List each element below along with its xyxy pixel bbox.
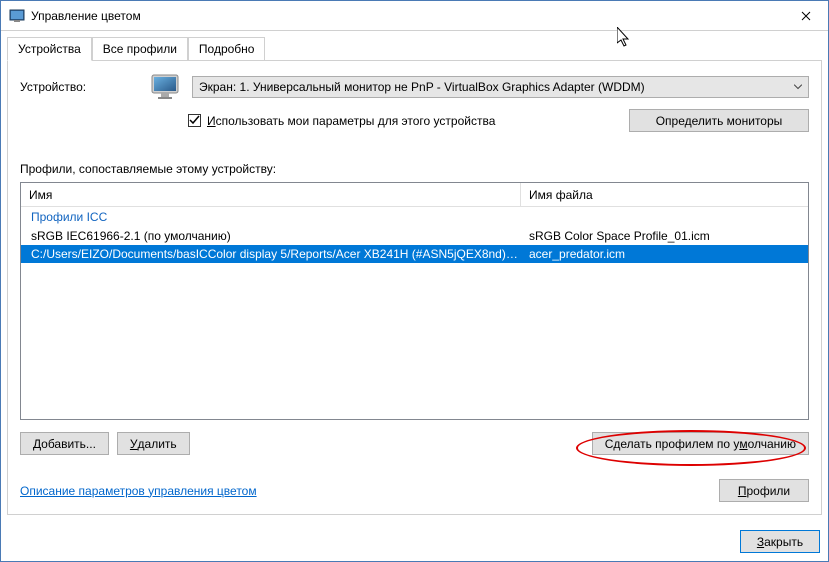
set-default-profile-button[interactable]: Сделать профилем по умолчанию <box>592 432 809 455</box>
tab-strip: Устройства Все профили Подробно <box>1 31 828 61</box>
use-my-settings-label: Использовать мои параметры для этого уст… <box>207 114 495 128</box>
column-header-file[interactable]: Имя файла <box>521 183 808 206</box>
profile-file: acer_predator.icm <box>521 247 808 261</box>
profile-name: C:/Users/EIZO/Documents/basICColor displ… <box>21 247 521 261</box>
app-icon <box>9 8 25 24</box>
close-window-button[interactable] <box>784 1 828 30</box>
profile-group-header: Профили ICC <box>21 207 808 227</box>
profile-row[interactable]: sRGB IEC61966-2.1 (по умолчанию) sRGB Co… <box>21 227 808 245</box>
identify-monitors-button[interactable]: Определить мониторы <box>629 109 809 132</box>
device-label: Устройство: <box>20 80 140 94</box>
use-my-settings-checkbox-wrap[interactable]: Использовать мои параметры для этого уст… <box>188 114 495 128</box>
color-management-window: Управление цветом Устройства Все профили… <box>0 0 829 562</box>
content-area: Устройства Все профили Подробно Устройст… <box>1 31 828 561</box>
profiles-list-body: Профили ICC sRGB IEC61966-2.1 (по умолча… <box>21 207 808 419</box>
profile-name: sRGB IEC61966-2.1 (по умолчанию) <box>21 229 521 243</box>
profiles-button[interactable]: Профили <box>719 479 809 502</box>
link-row: Описание параметров управления цветом Пр… <box>20 479 809 502</box>
use-settings-row: Использовать мои параметры для этого уст… <box>188 109 809 132</box>
close-dialog-button[interactable]: Закрыть <box>740 530 820 553</box>
dialog-footer: Закрыть <box>1 522 828 561</box>
titlebar: Управление цветом <box>1 1 828 31</box>
tab-advanced[interactable]: Подробно <box>188 37 266 61</box>
tab-devices[interactable]: Устройства <box>7 37 92 61</box>
profiles-list-header: Имя Имя файла <box>21 183 808 207</box>
use-my-settings-checkbox[interactable] <box>188 114 201 127</box>
profiles-list: Имя Имя файла Профили ICC sRGB IEC61966-… <box>20 182 809 420</box>
profiles-section-label: Профили, сопоставляемые этому устройству… <box>20 162 809 176</box>
tab-all-profiles[interactable]: Все профили <box>92 37 188 61</box>
profile-buttons-row: Добавить... Удалить Сделать профилем по … <box>20 432 809 455</box>
device-selected-text: Экран: 1. Универсальный монитор не PnP -… <box>199 80 645 94</box>
color-management-description-link[interactable]: Описание параметров управления цветом <box>20 484 257 498</box>
monitor-icon <box>150 73 182 101</box>
window-title: Управление цветом <box>31 9 784 23</box>
add-button[interactable]: Добавить... <box>20 432 109 455</box>
chevron-down-icon <box>794 82 802 93</box>
profile-row[interactable]: C:/Users/EIZO/Documents/basICColor displ… <box>21 245 808 263</box>
device-dropdown[interactable]: Экран: 1. Универсальный монитор не PnP -… <box>192 76 809 98</box>
tab-panel-devices: Устройство: Экран: 1. Универсальный мони… <box>7 60 822 515</box>
device-row: Устройство: Экран: 1. Универсальный мони… <box>20 73 809 101</box>
remove-button[interactable]: Удалить <box>117 432 190 455</box>
profile-file: sRGB Color Space Profile_01.icm <box>521 229 808 243</box>
column-header-name[interactable]: Имя <box>21 183 521 206</box>
